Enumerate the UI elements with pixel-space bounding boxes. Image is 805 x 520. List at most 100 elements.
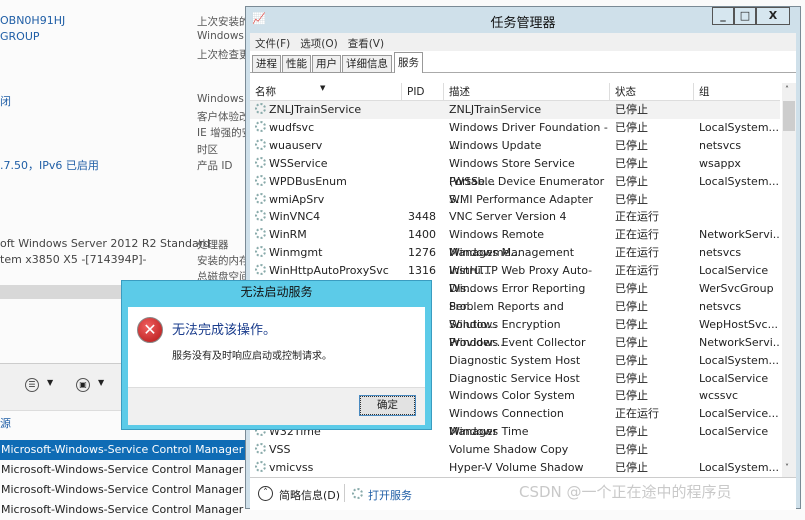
- service-row[interactable]: WinHttpAutoProxySvc 1316 WinHTTP Web Proxy…: [250, 262, 780, 295]
- service-row[interactable]: wudfsvc Windows Driver Foundation - ... 已停…: [250, 119, 780, 152]
- cell-desc: WMI Performance Adapter: [444, 191, 610, 209]
- label: 客户体验改: [197, 111, 250, 123]
- service-gear-icon: [255, 461, 266, 472]
- cell-pid: 1316: [402, 262, 444, 280]
- event-row[interactable]: Microsoft-Windows-Service Control Manage…: [0, 440, 248, 460]
- dialog-footer: 确定: [128, 387, 425, 425]
- vertical-scrollbar[interactable]: ˄ ˅: [782, 83, 796, 477]
- error-dialog: 无法启动服务 ✕ 无法完成该操作。 服务没有及时响应启动或控制请求。 确定: [121, 280, 432, 430]
- service-row[interactable]: WSService Windows Store Service (WSSe... 已…: [250, 155, 780, 188]
- cell-group: NetworkServi...: [694, 226, 780, 244]
- cell-text: 正在运行: [615, 228, 659, 242]
- cell-text: 1316: [408, 264, 436, 278]
- header-name[interactable]: 名称 ▼: [250, 83, 402, 101]
- service-row[interactable]: WPDBusEnum Portable Device Enumerator S..…: [250, 173, 780, 206]
- firewall-value[interactable]: 闭: [0, 93, 11, 109]
- service-row[interactable]: vmicvssHyper-V Volume Shadow Cop...已停止Lo…: [250, 459, 780, 492]
- event-row[interactable]: Microsoft-Windows-Service Control Manage…: [0, 460, 248, 480]
- header-description[interactable]: 描述: [444, 83, 610, 101]
- cell-status: 已停止: [610, 387, 694, 405]
- chevron-up-icon[interactable]: ˄: [258, 486, 273, 501]
- tab-details[interactable]: 详细信息: [342, 55, 392, 73]
- label: 产品 ID: [197, 160, 233, 172]
- header-pid[interactable]: PID: [402, 83, 444, 101]
- open-services-link[interactable]: 打开服务: [368, 487, 412, 503]
- cell-text: Winmgmt: [269, 246, 323, 260]
- service-row[interactable]: wuauserv Windows Update 已停止 netsvcs: [250, 137, 780, 155]
- cell-text: WSService: [269, 156, 328, 170]
- scroll-down-icon[interactable]: ˅: [785, 463, 789, 472]
- header-group[interactable]: 组: [694, 83, 780, 101]
- cell-text: Windows Color System: [449, 389, 575, 403]
- workgroup[interactable]: GROUP: [0, 30, 40, 43]
- column-source[interactable]: 源: [0, 415, 11, 431]
- cell-text: Diagnostic System Host: [449, 353, 581, 367]
- cell-text: 已停止: [615, 353, 648, 367]
- column-header: 名称 ▼ PID 描述 状态 组: [250, 83, 780, 101]
- scroll-up-icon[interactable]: ˄: [785, 85, 789, 94]
- cell-name: ZNLJTrainService: [250, 101, 402, 119]
- event-row[interactable]: Microsoft-Windows-Service Control Manage…: [0, 480, 248, 500]
- service-row[interactable]: wmiApSrv WMI Performance Adapter 已停止: [250, 191, 780, 209]
- header-status[interactable]: 状态: [610, 83, 694, 101]
- cell-status: 已停止: [610, 423, 694, 441]
- tab-services[interactable]: 服务: [394, 52, 423, 74]
- cell-name: wudfsvc: [250, 119, 402, 137]
- service-row[interactable]: WinRM 1400 Windows Remote Manageme... 正在运行 N…: [250, 226, 780, 259]
- service-gear-icon: [255, 120, 266, 132]
- ethernet-value[interactable]: .7.50，IPv6 已启用: [0, 157, 99, 173]
- cell-status: 已停止: [610, 334, 694, 352]
- computer-name[interactable]: OBN0H91HJ: [0, 14, 65, 27]
- cell-text: WinHttpAutoProxySvc: [269, 264, 389, 278]
- ok-button[interactable]: 确定: [359, 395, 416, 416]
- maximize-button[interactable]: □: [734, 7, 756, 25]
- scroll-thumb[interactable]: [783, 101, 795, 131]
- title-bar[interactable]: 📈 任务管理器 _ □ X: [246, 7, 800, 33]
- cell-group: LocalService: [694, 262, 780, 280]
- close-button[interactable]: X: [756, 7, 790, 25]
- cell-status: 已停止: [610, 101, 694, 119]
- cell-name: VSS: [250, 441, 402, 459]
- menu-bar: 文件(F) 选项(O) 查看(V): [250, 33, 796, 51]
- chevron-down-icon[interactable]: ▼: [98, 378, 104, 387]
- cell-name: WinHttpAutoProxySvc: [250, 262, 402, 280]
- task-manager-window: 📈 任务管理器 _ □ X 文件(F) 选项(O) 查看(V) 进程 性能 用户 详…: [245, 6, 801, 510]
- os-value: oft Windows Server 2012 R2 Standard: [0, 237, 211, 250]
- cell-status: 正在运行: [610, 262, 694, 280]
- cell-text: WerSvcGroup: [699, 282, 774, 295]
- event-row[interactable]: Microsoft-Windows-Service Control Manage…: [0, 500, 248, 520]
- minimize-button[interactable]: _: [712, 7, 734, 25]
- cell-desc: ZNLJTrainService: [444, 101, 610, 119]
- cell-name: wuauserv: [250, 137, 402, 155]
- chevron-down-icon[interactable]: ▼: [47, 378, 53, 387]
- label: 上次安装的: [197, 16, 250, 28]
- label: IE 增强的安: [197, 127, 253, 139]
- tab-bar: 进程 性能 用户 详细信息 服务: [250, 51, 796, 74]
- cell-group: wcssvc: [694, 387, 780, 405]
- list-view-icon[interactable]: ☰: [25, 378, 39, 392]
- cell-text: 已停止: [615, 317, 648, 331]
- cell-text: 已停止: [615, 103, 648, 116]
- service-row[interactable]: ZNLJTrainService ZNLJTrainService 已停止: [250, 101, 780, 119]
- cell-text: 已停止: [615, 138, 648, 152]
- cell-desc: Diagnostic Service Host: [444, 370, 610, 388]
- dialog-message: 服务没有及时响应启动或控制请求。: [172, 351, 332, 362]
- service-row[interactable]: VSS Volume Shadow Copy 已停止: [250, 441, 780, 459]
- cell-status: 已停止: [610, 459, 694, 477]
- cell-pid: 3448: [402, 208, 444, 226]
- cell-text: LocalSystem...: [699, 174, 780, 188]
- tab-users[interactable]: 用户: [312, 55, 341, 73]
- cell-text: LocalService: [699, 425, 769, 439]
- server-manager-background: OBN0H91HJ GROUP 闭 .7.50，IPv6 已启用 oft Win…: [0, 0, 253, 516]
- service-row[interactable]: WinVNC4 3448 VNC Server Version 4 正在运行: [250, 208, 780, 226]
- cell-text: Windows Event Collector: [449, 335, 586, 349]
- cell-status: 正在运行: [610, 405, 694, 423]
- cell-text: 3448: [408, 210, 436, 224]
- tab-performance[interactable]: 性能: [282, 55, 311, 73]
- services-gear-icon: [352, 488, 363, 499]
- save-icon[interactable]: ▣: [76, 378, 90, 392]
- service-row[interactable]: Winmgmt 1276 Windows Management Instru... 正…: [250, 244, 780, 277]
- tab-processes[interactable]: 进程: [252, 55, 281, 73]
- less-details-link[interactable]: 简略信息(D): [279, 487, 340, 503]
- cell-desc: Windows Event Collector: [444, 334, 610, 352]
